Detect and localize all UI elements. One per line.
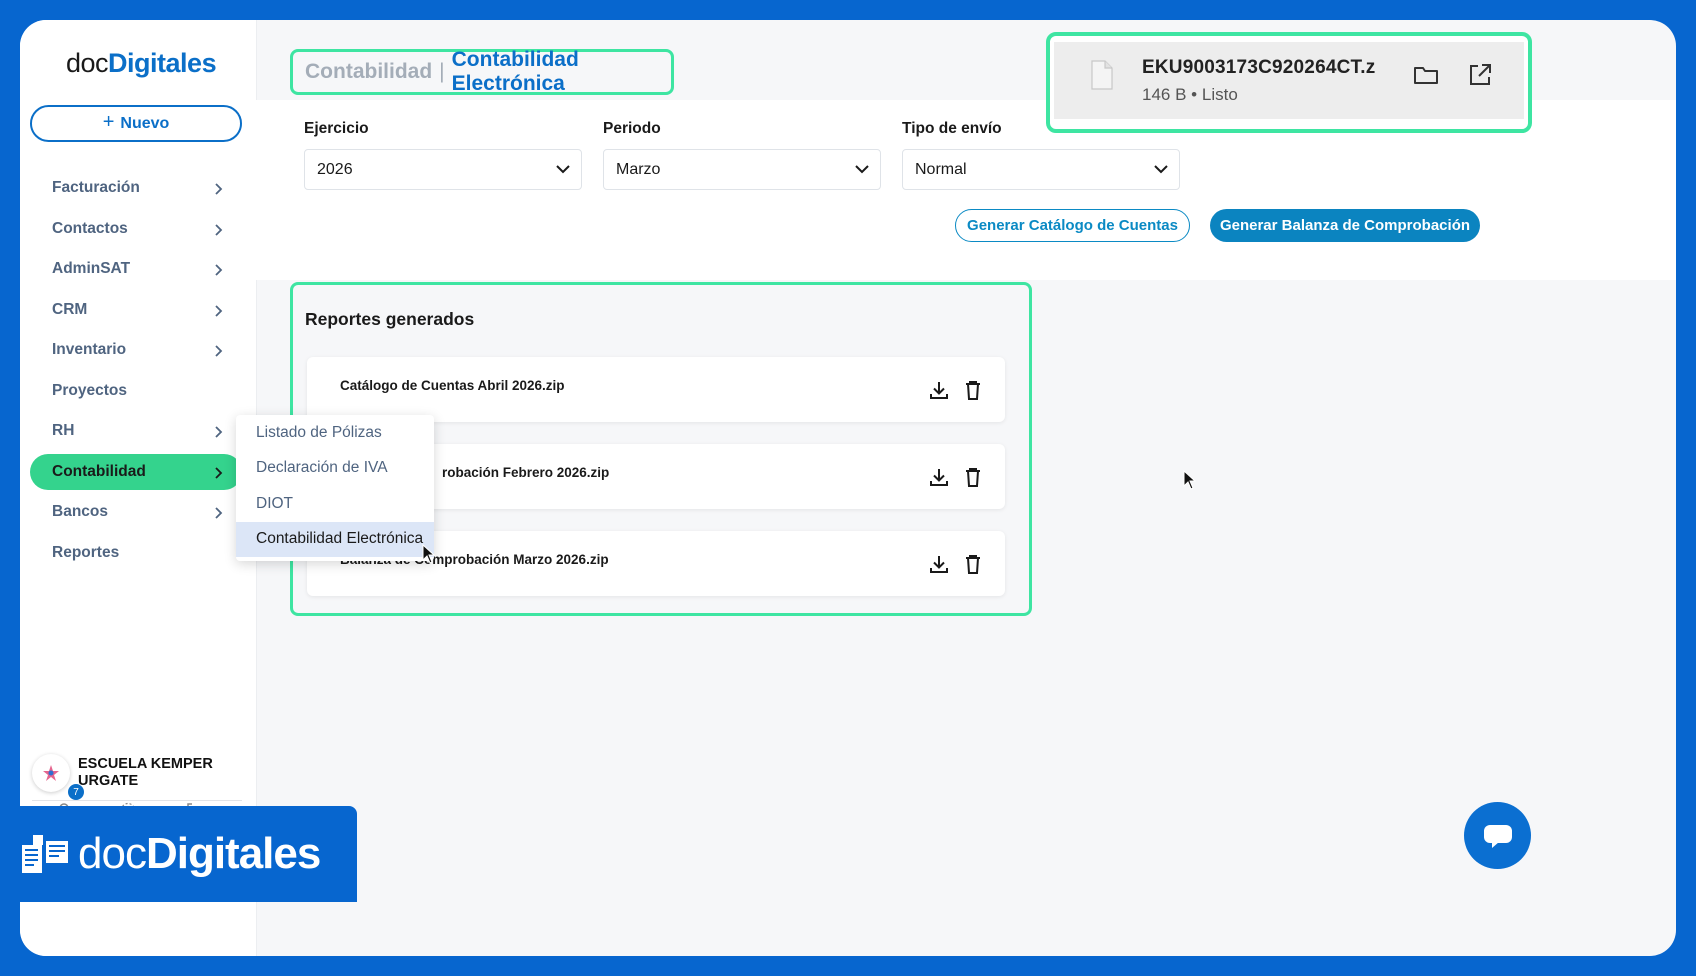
menu-item-contabilidad-electronica[interactable]: Contabilidad Electrónica [236, 521, 434, 557]
avatar [32, 754, 70, 792]
sidebar-item-bancos[interactable]: Bancos [30, 494, 242, 530]
sidebar-item-proyectos[interactable]: Proyectos [30, 373, 242, 409]
chevron-right-icon [214, 466, 224, 479]
chevron-right-icon [214, 507, 224, 519]
new-button-label: Nuevo [120, 114, 170, 132]
meta-separator: • [1191, 85, 1198, 104]
sidebar-item-reportes[interactable]: Reportes [30, 535, 242, 571]
sidebar-item-label: Bancos [52, 503, 108, 520]
file-icon [1091, 60, 1113, 90]
notification-badge[interactable]: 7 [68, 784, 84, 800]
chevron-right-icon [214, 426, 224, 438]
download-icon[interactable] [928, 379, 950, 401]
sidebar-item-label: CRM [52, 300, 88, 318]
chevron-right-icon [214, 345, 224, 357]
school-logo-icon [43, 765, 59, 781]
download-popup: EKU9003173C920264CT.z 146 B • Listo [1046, 32, 1532, 133]
download-status: Listo [1201, 85, 1238, 104]
generate-catalog-button[interactable]: Generar Catálogo de Cuentas [955, 209, 1190, 242]
download-icon[interactable] [928, 466, 950, 488]
contabilidad-submenu: Listado de Pólizas Declaración de IVA DI… [236, 415, 434, 561]
sidebar-item-rh[interactable]: RH [30, 413, 242, 449]
sidebar-item-label: Contabilidad [52, 462, 146, 480]
sidebar-item-adminsat[interactable]: AdminSAT [30, 251, 242, 287]
chat-button[interactable] [1464, 802, 1531, 869]
menu-item-listado-polizas[interactable]: Listado de Pólizas [236, 415, 434, 451]
trash-icon[interactable] [962, 553, 984, 575]
tipo-envio-select[interactable]: Normal [902, 149, 1180, 190]
download-meta: 146 B • Listo [1142, 85, 1238, 105]
user-name-line1: ESCUELA KEMPER [78, 756, 213, 772]
logo-prefix: doc [66, 48, 109, 78]
breadcrumb: Contabilidad | Contabilidad Electrónica [290, 48, 674, 95]
app-logo[interactable]: docDigitales [66, 48, 217, 79]
ejercicio-value: 2026 [317, 160, 353, 178]
report-file-name: Catálogo de Cuentas Abril 2026.zip [340, 378, 565, 393]
breadcrumb-parent[interactable]: Contabilidad [305, 60, 432, 84]
user-profile[interactable]: ESCUELA KEMPER URGATE [32, 754, 213, 792]
docdigitales-logo-icon [22, 835, 68, 873]
chevron-right-icon [214, 264, 224, 276]
plus-icon: + [102, 111, 115, 133]
sidebar-item-label: Facturación [52, 179, 140, 196]
periodo-label: Periodo [603, 120, 661, 137]
ejercicio-field: Ejercicio 2026 [304, 120, 582, 190]
download-item[interactable]: EKU9003173C920264CT.z 146 B • Listo [1054, 42, 1524, 119]
brand-prefix: doc [78, 829, 147, 878]
new-button[interactable]: + Nuevo [30, 105, 242, 142]
chevron-right-icon [214, 304, 224, 317]
logo-main: Digitales [108, 48, 217, 78]
sidebar-item-crm[interactable]: CRM [30, 292, 242, 328]
ejercicio-select[interactable]: 2026 [304, 149, 582, 190]
download-file-name: EKU9003173C920264CT.z [1142, 57, 1376, 78]
chevron-down-icon [556, 161, 570, 179]
sidebar-item-label: RH [52, 422, 75, 439]
sidebar-item-label: Reportes [52, 543, 120, 561]
chevron-right-icon [214, 183, 224, 195]
sidebar-item-label: AdminSAT [52, 260, 131, 277]
generate-balance-button[interactable]: Generar Balanza de Comprobación [1210, 209, 1480, 242]
chevron-right-icon [214, 223, 224, 236]
mouse-cursor-icon [1183, 470, 1197, 490]
periodo-select[interactable]: Marzo [603, 149, 881, 190]
brand-main: Digitales [145, 829, 321, 878]
sidebar-item-contabilidad[interactable]: Contabilidad [30, 453, 242, 490]
menu-item-diot[interactable]: DIOT [236, 486, 434, 522]
brand-wordmark: docDigitales [78, 829, 321, 879]
mouse-cursor-icon [422, 544, 436, 564]
reports-title: Reportes generados [305, 309, 475, 329]
folder-icon[interactable] [1412, 61, 1440, 89]
brand-banner: docDigitales [0, 806, 357, 902]
periodo-value: Marzo [616, 160, 661, 178]
report-file-name: robación Febrero 2026.zip [442, 465, 610, 480]
open-external-icon[interactable] [1466, 61, 1494, 89]
sidebar-item-label: Contactos [52, 219, 128, 237]
sidebar-nav: Facturación Contactos AdminSAT CRM Inven… [30, 170, 242, 575]
user-name-line2: URGATE [78, 773, 139, 789]
trash-icon[interactable] [962, 466, 984, 488]
sidebar-item-inventario[interactable]: Inventario [30, 332, 242, 368]
sidebar-item-label: Proyectos [52, 381, 127, 399]
user-name: ESCUELA KEMPER URGATE [78, 756, 213, 790]
menu-item-declaracion-iva[interactable]: Declaración de IVA [236, 451, 434, 487]
page-title: Contabilidad Electrónica [451, 48, 579, 95]
chevron-down-icon [855, 161, 869, 179]
sidebar-item-contactos[interactable]: Contactos [30, 211, 242, 247]
trash-icon[interactable] [962, 379, 984, 401]
divider [32, 800, 242, 801]
periodo-field: Periodo Marzo [603, 120, 881, 190]
list-item: Catálogo de Cuentas Abril 2026.zip [307, 357, 1005, 422]
download-size: 146 B [1142, 85, 1187, 104]
download-icon[interactable] [928, 553, 950, 575]
ejercicio-label: Ejercicio [304, 120, 369, 137]
sidebar-item-facturacion[interactable]: Facturación [30, 170, 242, 206]
sidebar-item-label: Inventario [52, 341, 127, 358]
chat-icon [1483, 824, 1512, 848]
breadcrumb-separator: | [439, 60, 445, 83]
chevron-down-icon [1154, 161, 1168, 179]
tipo-envio-value: Normal [915, 160, 967, 178]
